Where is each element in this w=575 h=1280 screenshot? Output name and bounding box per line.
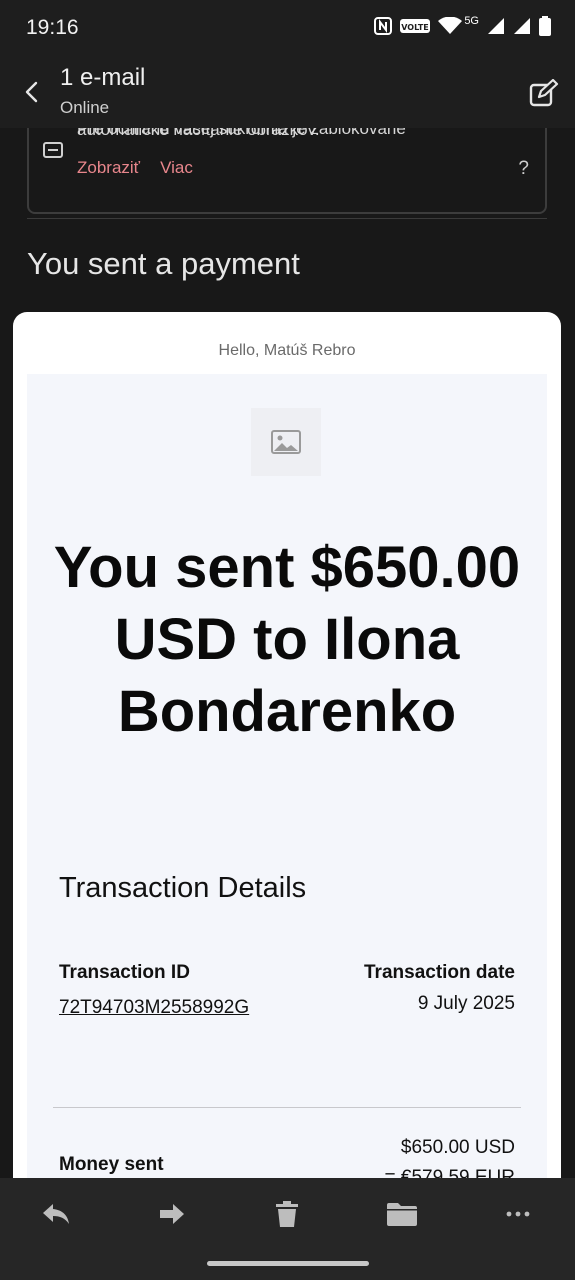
image-blocked-icon: [43, 142, 63, 158]
help-button[interactable]: ?: [518, 158, 529, 180]
email-subject: You sent a payment: [27, 246, 300, 281]
move-to-folder-button[interactable]: [378, 1194, 426, 1234]
status-time: 19:16: [26, 16, 79, 39]
reply-button[interactable]: [32, 1194, 80, 1234]
status-icons: VOLTE 5G: [374, 15, 551, 36]
signal-icon-2: [514, 18, 530, 34]
nfc-icon: [374, 17, 393, 35]
folder-icon: [387, 1203, 417, 1226]
money-sent-usd: $650.00 USD: [400, 1137, 515, 1158]
divider: [53, 1107, 521, 1108]
more-options-button[interactable]: [494, 1194, 542, 1234]
status-bar: 19:16 VOLTE 5G: [0, 0, 575, 56]
battery-icon: [539, 16, 551, 36]
greeting: Hello, Matúš Rebro: [218, 342, 356, 359]
details-title: Transaction Details: [59, 872, 307, 904]
notice-text: automatické načítanie obrázkov.: [77, 128, 320, 139]
notice-actions: Zobraziť Viac: [77, 158, 193, 178]
connection-status: Online: [60, 98, 110, 117]
image-icon: [271, 430, 301, 454]
volte-icon: VOLTE: [400, 19, 431, 33]
more-horizontal-icon: [506, 1211, 530, 1217]
show-images-link[interactable]: Zobraziť: [77, 158, 140, 178]
delete-button[interactable]: [263, 1194, 311, 1234]
app-title: 1 e-mail: [60, 64, 146, 91]
email-body: Hello, Matúš Rebro You sent $650.00 USD …: [13, 312, 561, 1192]
compose-button[interactable]: [527, 76, 561, 110]
email-header: Pre ochranu vašej súkromia je zablokovan…: [13, 128, 562, 328]
payment-headline: You sent $650.00 USD to Ilona Bondarenko: [53, 535, 521, 744]
more-link[interactable]: Viac: [160, 158, 193, 178]
forward-button[interactable]: [148, 1194, 196, 1234]
divider: [27, 218, 547, 219]
arrow-back-icon: [25, 81, 38, 103]
app-bar: 1 e-mail Online: [0, 56, 575, 128]
home-indicator[interactable]: [207, 1261, 369, 1266]
forward-icon: [160, 1204, 184, 1224]
logo-placeholder: [251, 408, 321, 476]
network-type: 5G: [464, 15, 479, 27]
email-content: You sent $650.00 USD to Ilona Bondarenko…: [27, 374, 547, 1192]
back-button[interactable]: [14, 74, 50, 110]
transaction-id-label: Transaction ID: [59, 962, 190, 983]
svg-text:VOLTE: VOLTE: [402, 23, 430, 32]
image-blocked-notice: Pre ochranu vašej súkromia je zablokovan…: [27, 128, 547, 214]
reply-icon: [43, 1204, 69, 1224]
trash-icon: [276, 1201, 298, 1227]
transaction-date: 9 July 2025: [417, 993, 515, 1014]
signal-icon: [488, 18, 504, 34]
edit-icon: [529, 79, 559, 107]
wifi-icon: [438, 17, 463, 34]
transaction-id-link[interactable]: 72T94703M2558992G: [59, 992, 277, 1023]
money-sent-label: Money sent: [59, 1154, 164, 1175]
transaction-date-label: Transaction date: [364, 962, 515, 983]
